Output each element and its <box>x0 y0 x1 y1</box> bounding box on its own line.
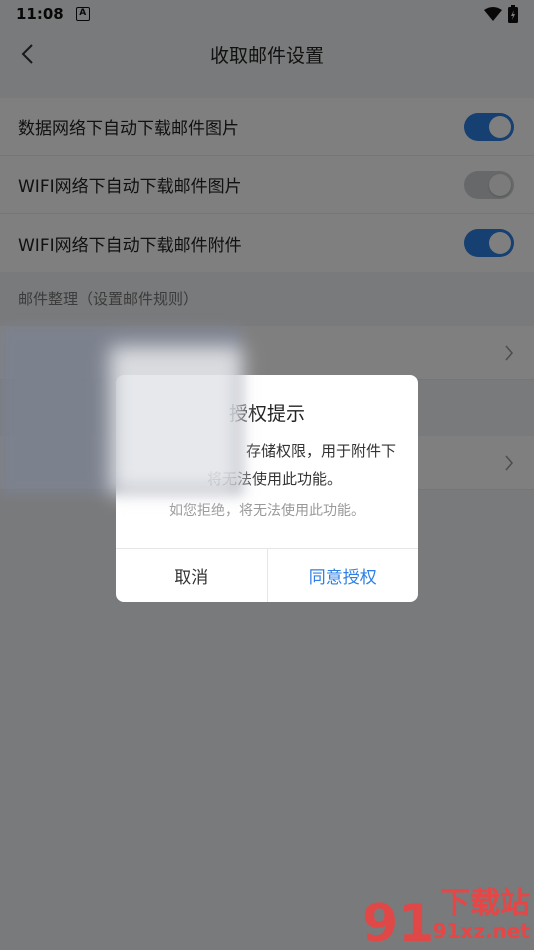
watermark-domain: 91xz.net <box>432 919 530 943</box>
dialog-note: 如您拒绝，将无法使用此功能。 <box>169 503 365 519</box>
dialog-actions: 取消 同意授权 <box>116 548 418 602</box>
watermark-logo: 91 <box>362 894 435 950</box>
agree-button[interactable]: 同意授权 <box>268 549 419 602</box>
cancel-button[interactable]: 取消 <box>116 549 268 602</box>
watermark-cn: 下载站 <box>440 886 530 921</box>
watermark-text: 下载站 91xz.net <box>432 886 530 943</box>
watermark: 91 下载站 91xz.net <box>362 884 534 950</box>
redacted-region <box>0 326 242 494</box>
redacted-region-inner <box>110 346 242 494</box>
